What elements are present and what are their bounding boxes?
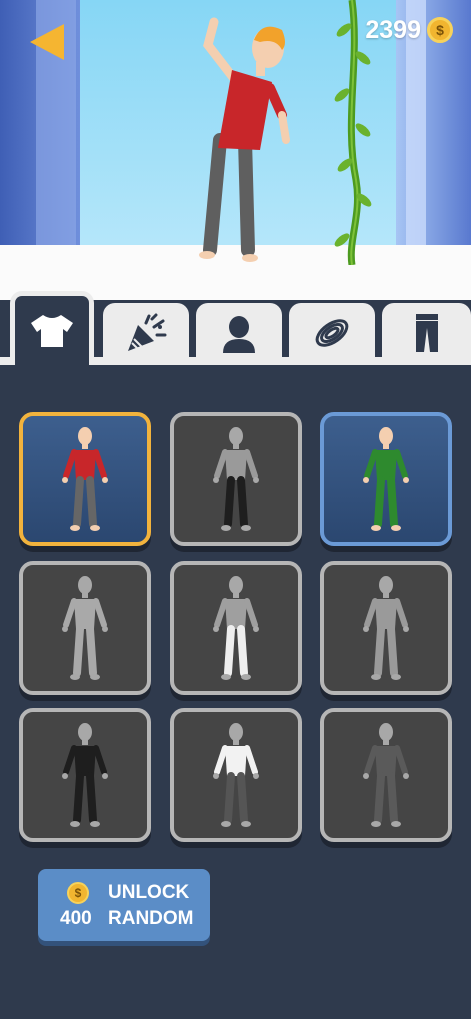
outfit-figure-icon bbox=[213, 723, 259, 827]
outfit-figure-icon bbox=[62, 427, 108, 531]
outfit-slot-frame bbox=[19, 412, 151, 546]
outfit-figure-icon bbox=[62, 576, 108, 680]
outfit-figure-icon bbox=[363, 576, 409, 680]
shirt-icon bbox=[31, 314, 73, 347]
tab-rope[interactable] bbox=[289, 303, 375, 363]
outfit-slot-frame bbox=[170, 412, 302, 546]
outfit-slot-frame bbox=[320, 561, 452, 695]
tab-pants[interactable] bbox=[382, 303, 471, 363]
category-tabs bbox=[0, 285, 471, 365]
outfit-slot-1[interactable] bbox=[19, 412, 151, 546]
pants-icon bbox=[415, 314, 438, 352]
outfit-slot-7[interactable] bbox=[19, 708, 151, 842]
party-popper-icon bbox=[128, 313, 167, 351]
coin-icon: $ bbox=[67, 882, 89, 904]
unlock-random-button[interactable]: $ UNLOCK 400 RANDOM bbox=[38, 869, 210, 941]
outfit-figure-icon bbox=[363, 723, 409, 827]
outfit-figure-icon bbox=[363, 427, 409, 531]
outfit-slot-frame bbox=[170, 561, 302, 695]
outfit-figure-icon bbox=[62, 723, 108, 827]
outfit-slot-frame bbox=[170, 708, 302, 842]
outfit-slot-3[interactable] bbox=[320, 412, 452, 546]
outfit-slot-6[interactable] bbox=[320, 561, 452, 695]
outfit-slot-8[interactable] bbox=[170, 708, 302, 842]
outfit-slot-frame bbox=[19, 561, 151, 695]
tab-shirts[interactable] bbox=[10, 291, 94, 365]
coin-icon: $ bbox=[427, 17, 453, 43]
head-silhouette-icon bbox=[223, 316, 255, 353]
tab-celebration[interactable] bbox=[103, 303, 189, 363]
unlock-price: 400 bbox=[60, 908, 92, 929]
preview-scene: 2399 $ bbox=[0, 0, 471, 300]
outfit-figure-icon bbox=[213, 576, 259, 680]
unlock-label: UNLOCK bbox=[108, 882, 190, 903]
outfit-slot-4[interactable] bbox=[19, 561, 151, 695]
coin-amount: 2399 bbox=[365, 15, 421, 44]
coin-counter: 2399 $ bbox=[365, 14, 453, 46]
back-arrow-icon[interactable] bbox=[26, 20, 66, 64]
player-character bbox=[199, 17, 290, 262]
outfit-slot-frame bbox=[320, 412, 452, 546]
outfit-slot-frame bbox=[19, 708, 151, 842]
outfit-figure-icon bbox=[213, 427, 259, 531]
tab-head[interactable] bbox=[196, 303, 282, 363]
outfit-slot-frame bbox=[320, 708, 452, 842]
outfit-slot-9[interactable] bbox=[320, 708, 452, 842]
rope-coil-icon bbox=[315, 319, 349, 347]
outfit-slot-5[interactable] bbox=[170, 561, 302, 695]
outfit-slot-2[interactable] bbox=[170, 412, 302, 546]
random-label: RANDOM bbox=[108, 908, 194, 929]
